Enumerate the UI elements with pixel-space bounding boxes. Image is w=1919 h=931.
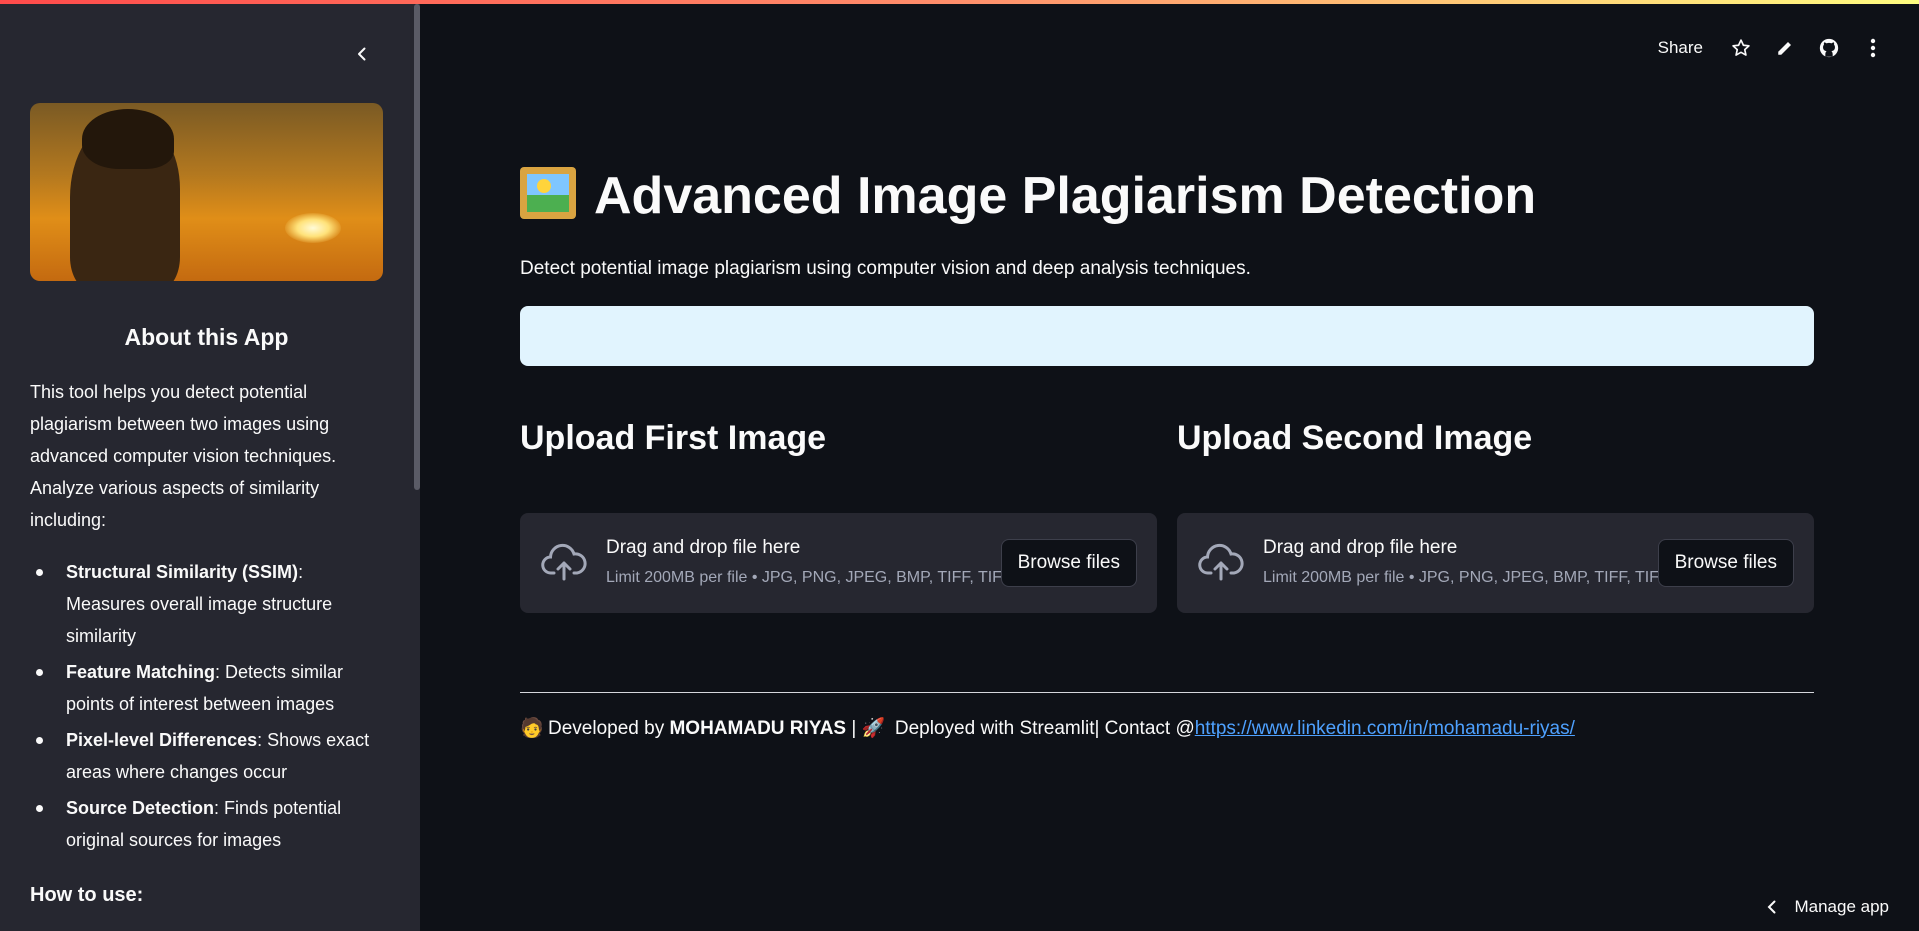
file-dropzone[interactable]: Drag and drop file here Limit 200MB per … — [1177, 513, 1814, 613]
upload-heading: Upload Second Image — [1177, 419, 1533, 457]
more-vertical-icon[interactable] — [1861, 36, 1885, 60]
collapse-sidebar-button[interactable] — [348, 40, 376, 68]
star-icon[interactable] — [1729, 36, 1753, 60]
feature-name: Source Detection — [66, 798, 215, 818]
technologist-emoji-icon: 🧑 — [520, 718, 544, 739]
footer-separator: | — [846, 718, 862, 739]
dropzone-limit: Limit 200MB per file • JPG, PNG, JPEG, B… — [606, 569, 1002, 586]
github-icon[interactable] — [1817, 36, 1841, 60]
about-title: About this App — [124, 324, 289, 350]
feature-name: Feature Matching — [66, 662, 216, 682]
upload-second-section: Upload Second Image Drag and drop file h… — [1177, 410, 1814, 613]
sidebar-scrollbar[interactable] — [414, 4, 420, 490]
feature-name: Structural Similarity (SSIM) — [66, 562, 299, 582]
sidebar: About this App This tool helps you detec… — [0, 4, 420, 931]
list-item: Source Detection: Finds potential origin… — [30, 792, 380, 856]
list-item: Feature Matching: Detects similar points… — [30, 656, 380, 720]
sidebar-image — [30, 103, 383, 281]
dropzone-limit: Limit 200MB per file • JPG, PNG, JPEG, B… — [1263, 569, 1659, 586]
pencil-icon[interactable] — [1773, 36, 1797, 60]
framed-picture-icon — [520, 167, 576, 219]
footer: 🧑 Developed by MOHAMADU RIYAS | 🚀 Deploye… — [520, 716, 1575, 740]
page-subtitle: Detect potential image plagiarism using … — [520, 258, 1251, 279]
feature-list: Structural Similarity (SSIM): Measures o… — [30, 556, 380, 860]
chevron-left-icon — [1768, 900, 1776, 914]
linkedin-link[interactable]: https://www.linkedin.com/in/mohamadu-riy… — [1195, 718, 1575, 739]
footer-deployed: Deployed with Streamlit| Contact @ — [889, 718, 1195, 739]
page-title: Advanced Image Plagiarism Detection — [520, 166, 1536, 226]
footer-author: MOHAMADU RIYAS — [669, 718, 847, 739]
share-button[interactable]: Share — [1658, 38, 1703, 58]
list-item: Pixel-level Differences: Shows exact are… — [30, 724, 380, 788]
info-box — [520, 306, 1814, 366]
cloud-upload-icon — [541, 543, 587, 581]
feature-name: Pixel-level Differences — [66, 730, 258, 750]
manage-app-label: Manage app — [1794, 897, 1889, 916]
manage-app-button[interactable]: Manage app — [1766, 897, 1889, 917]
header-actions: Share — [1658, 32, 1885, 64]
upload-heading: Upload First Image — [520, 419, 827, 457]
upload-first-section: Upload First Image Drag and drop file he… — [520, 410, 1157, 613]
browse-files-button[interactable]: Browse files — [1657, 539, 1794, 587]
rocket-emoji-icon: 🚀 — [861, 718, 886, 739]
list-item: Structural Similarity (SSIM): Measures o… — [30, 556, 380, 652]
about-text: This tool helps you detect potential pla… — [30, 382, 337, 530]
chevron-left-icon — [358, 47, 366, 61]
cloud-upload-icon — [1198, 543, 1244, 581]
footer-prefix: Developed by — [548, 718, 670, 739]
dropzone-title: Drag and drop file here — [1263, 537, 1458, 558]
dropzone-title: Drag and drop file here — [606, 537, 801, 558]
browse-files-button[interactable]: Browse files — [1000, 539, 1137, 587]
page-title-text: Advanced Image Plagiarism Detection — [594, 167, 1537, 225]
divider — [520, 692, 1814, 693]
file-dropzone[interactable]: Drag and drop file here Limit 200MB per … — [520, 513, 1157, 613]
how-to-title: How to use: — [30, 884, 144, 906]
